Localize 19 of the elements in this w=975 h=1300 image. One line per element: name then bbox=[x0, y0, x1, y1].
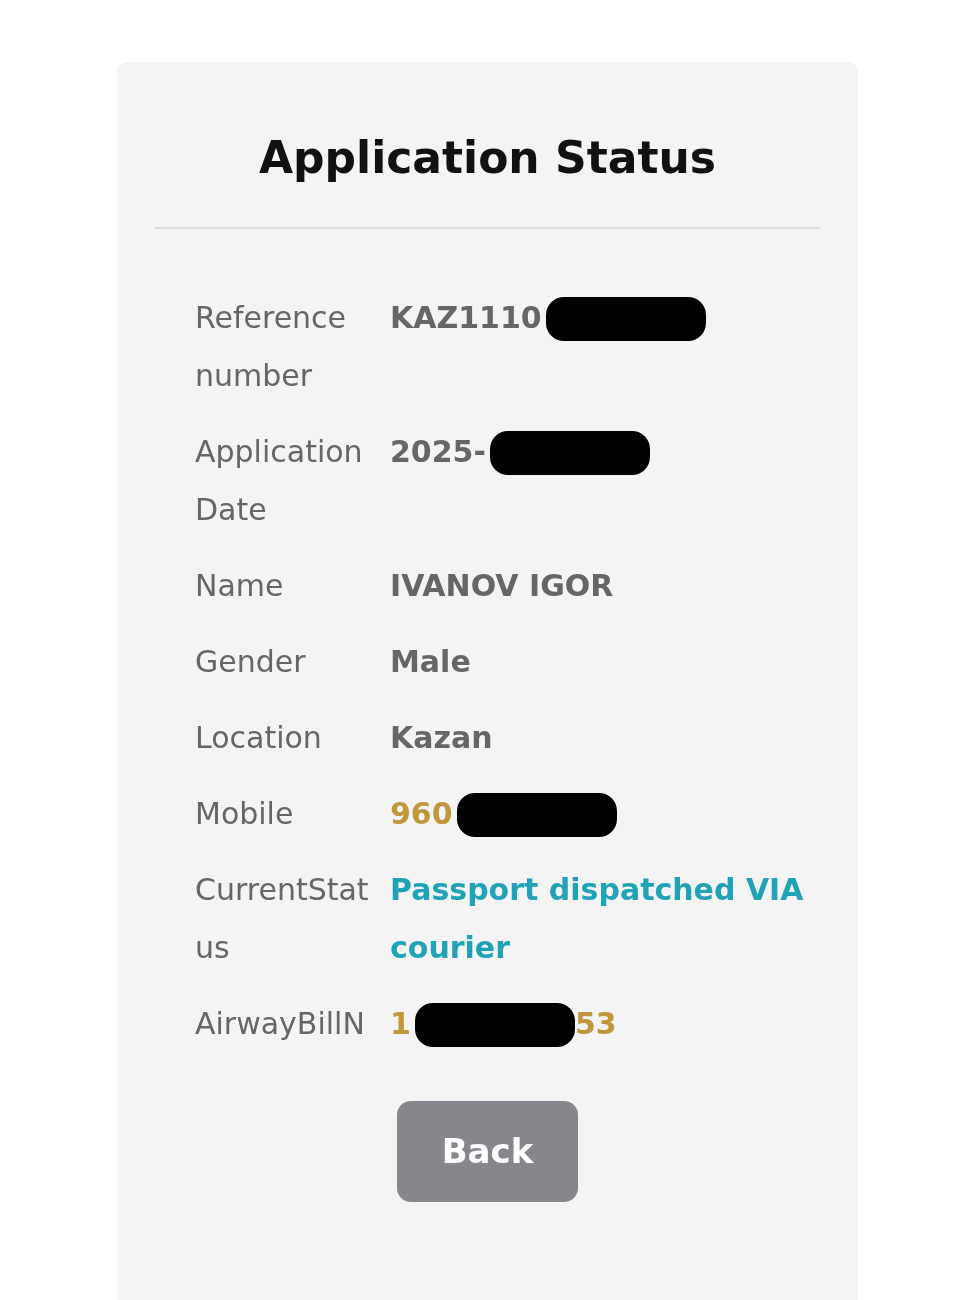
back-button[interactable]: Back bbox=[397, 1100, 578, 1202]
field-label: Reference number bbox=[195, 298, 348, 395]
field-value: Male bbox=[390, 643, 471, 679]
field-label: Gender bbox=[195, 642, 307, 681]
field-value: Passport dispatched VIA courier bbox=[390, 871, 804, 965]
field-value: IVANOV IGOR bbox=[390, 567, 614, 603]
field-label: Location bbox=[195, 718, 323, 757]
field-value: KAZ1110 bbox=[390, 299, 542, 335]
field-label: Name bbox=[195, 566, 285, 605]
field-label: AirwayBillN bbox=[195, 1004, 366, 1043]
field-label: CurrentStatus bbox=[195, 870, 370, 967]
field-value: Kazan bbox=[390, 719, 493, 755]
field-label: Mobile bbox=[195, 794, 295, 833]
field-value: 53 bbox=[574, 1005, 617, 1041]
field-value: 1 bbox=[390, 1005, 411, 1041]
field-label: ApplicationDate bbox=[195, 432, 364, 529]
field-value: 2025- bbox=[390, 433, 486, 469]
field-value: 960 bbox=[390, 795, 453, 831]
page-title: Application Status bbox=[155, 132, 820, 229]
